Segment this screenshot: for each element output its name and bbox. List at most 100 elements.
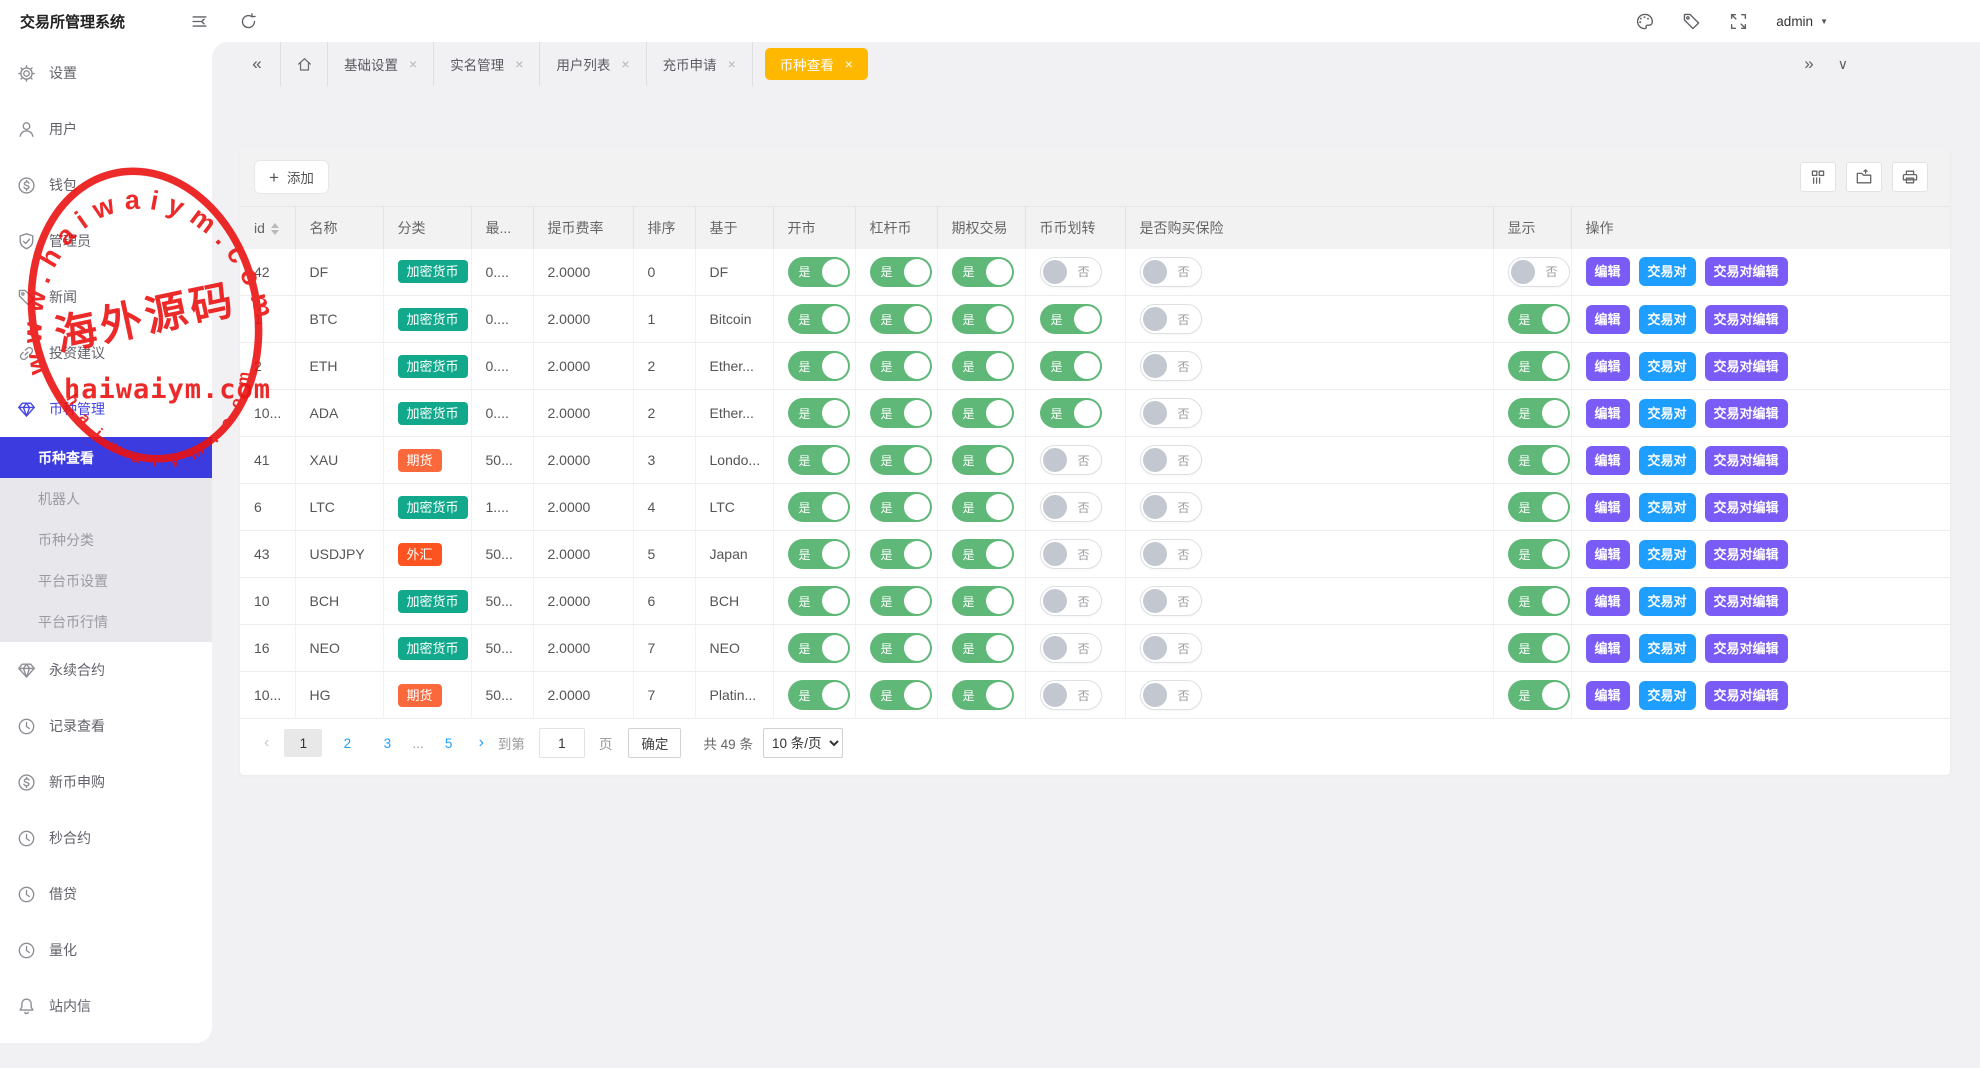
display-toggle[interactable]: 是 — [1508, 633, 1570, 663]
page-3[interactable]: 3 — [372, 729, 402, 757]
tab-menu-chevron-down-icon[interactable]: ∨ — [1838, 56, 1848, 73]
close-icon[interactable]: × — [728, 56, 736, 72]
sidebar-subitem-2[interactable]: 币种分类 — [0, 519, 212, 560]
leverage-toggle[interactable]: 是 — [870, 257, 932, 287]
pair-edit-button[interactable]: 交易对编辑 — [1705, 305, 1788, 334]
close-icon[interactable]: × — [621, 56, 629, 72]
sidebar-subitem-3[interactable]: 平台币设置 — [0, 560, 212, 601]
transfer-toggle[interactable]: 是 — [1040, 304, 1102, 334]
transfer-toggle[interactable]: 否 — [1040, 633, 1102, 663]
transfer-toggle[interactable]: 否 — [1040, 680, 1102, 710]
page-2[interactable]: 2 — [332, 729, 362, 757]
pair-edit-button[interactable]: 交易对编辑 — [1705, 399, 1788, 428]
leverage-toggle[interactable]: 是 — [870, 586, 932, 616]
pair-edit-button[interactable]: 交易对编辑 — [1705, 257, 1788, 286]
insurance-toggle[interactable]: 否 — [1140, 633, 1202, 663]
print-button[interactable] — [1892, 162, 1928, 192]
display-toggle[interactable]: 是 — [1508, 586, 1570, 616]
pair-button[interactable]: 交易对 — [1639, 352, 1696, 381]
sidebar-item-13[interactable]: 站内信 — [0, 978, 212, 1034]
leverage-toggle[interactable]: 是 — [870, 539, 932, 569]
options-toggle[interactable]: 是 — [952, 257, 1014, 287]
edit-button[interactable]: 编辑 — [1586, 352, 1630, 381]
open-market-toggle[interactable]: 是 — [788, 680, 850, 710]
display-toggle[interactable]: 是 — [1508, 492, 1570, 522]
options-toggle[interactable]: 是 — [952, 586, 1014, 616]
sidebar-item-3[interactable]: 管理员 — [0, 213, 212, 269]
insurance-toggle[interactable]: 否 — [1140, 398, 1202, 428]
display-toggle[interactable]: 是 — [1508, 304, 1570, 334]
pair-button[interactable]: 交易对 — [1639, 257, 1696, 286]
leverage-toggle[interactable]: 是 — [870, 445, 932, 475]
leverage-toggle[interactable]: 是 — [870, 351, 932, 381]
palette-icon[interactable] — [1635, 12, 1654, 31]
pair-button[interactable]: 交易对 — [1639, 305, 1696, 334]
edit-button[interactable]: 编辑 — [1586, 634, 1630, 663]
open-market-toggle[interactable]: 是 — [788, 351, 850, 381]
sidebar-item-7[interactable]: 永续合约 — [0, 642, 212, 698]
fullscreen-icon[interactable] — [1729, 12, 1748, 31]
open-market-toggle[interactable]: 是 — [788, 304, 850, 334]
open-market-toggle[interactable]: 是 — [788, 492, 850, 522]
insurance-toggle[interactable]: 否 — [1140, 680, 1202, 710]
pair-button[interactable]: 交易对 — [1639, 587, 1696, 616]
collapse-tabs-icon[interactable]: « — [234, 42, 281, 86]
confirm-page-button[interactable]: 确定 — [628, 728, 681, 758]
goto-page-input[interactable] — [539, 728, 585, 758]
sidebar-subitem-0[interactable]: 币种查看 — [0, 437, 212, 478]
display-toggle[interactable]: 是 — [1508, 351, 1570, 381]
edit-button[interactable]: 编辑 — [1586, 305, 1630, 334]
open-market-toggle[interactable]: 是 — [788, 398, 850, 428]
insurance-toggle[interactable]: 否 — [1140, 492, 1202, 522]
sidebar-item-1[interactable]: 用户 — [0, 101, 212, 157]
sidebar-subitem-4[interactable]: 平台币行情 — [0, 601, 212, 642]
pair-button[interactable]: 交易对 — [1639, 399, 1696, 428]
leverage-toggle[interactable]: 是 — [870, 633, 932, 663]
sidebar-item-12[interactable]: 量化 — [0, 922, 212, 978]
edit-button[interactable]: 编辑 — [1586, 399, 1630, 428]
sort-icon[interactable] — [271, 223, 279, 235]
home-tab-button[interactable] — [281, 42, 328, 86]
pair-edit-button[interactable]: 交易对编辑 — [1705, 634, 1788, 663]
display-toggle[interactable]: 是 — [1508, 680, 1570, 710]
tab-1[interactable]: 实名管理× — [434, 42, 540, 86]
sidebar-item-8[interactable]: 记录查看 — [0, 698, 212, 754]
insurance-toggle[interactable]: 否 — [1140, 586, 1202, 616]
options-toggle[interactable]: 是 — [952, 351, 1014, 381]
tab-3[interactable]: 充币申请× — [647, 42, 753, 86]
sidebar-item-10[interactable]: 秒合约 — [0, 810, 212, 866]
pair-button[interactable]: 交易对 — [1639, 634, 1696, 663]
insurance-toggle[interactable]: 否 — [1140, 304, 1202, 334]
sidebar-item-0[interactable]: 设置 — [0, 45, 212, 101]
options-toggle[interactable]: 是 — [952, 539, 1014, 569]
edit-button[interactable]: 编辑 — [1586, 446, 1630, 475]
page-5[interactable]: 5 — [434, 729, 464, 757]
open-market-toggle[interactable]: 是 — [788, 445, 850, 475]
insurance-toggle[interactable]: 否 — [1140, 445, 1202, 475]
options-toggle[interactable]: 是 — [952, 398, 1014, 428]
options-toggle[interactable]: 是 — [952, 680, 1014, 710]
prev-page-icon[interactable]: ‹ — [264, 734, 269, 752]
options-toggle[interactable]: 是 — [952, 304, 1014, 334]
edit-button[interactable]: 编辑 — [1586, 681, 1630, 710]
close-icon[interactable]: × — [515, 56, 523, 72]
open-market-toggle[interactable]: 是 — [788, 539, 850, 569]
pair-edit-button[interactable]: 交易对编辑 — [1705, 446, 1788, 475]
display-toggle[interactable]: 是 — [1508, 539, 1570, 569]
tag-icon[interactable] — [1682, 12, 1701, 31]
pair-button[interactable]: 交易对 — [1639, 681, 1696, 710]
transfer-toggle[interactable]: 否 — [1040, 539, 1102, 569]
sidebar-item-6[interactable]: 币种管理 — [0, 381, 212, 437]
sidebar-item-11[interactable]: 借贷 — [0, 866, 212, 922]
toggle-columns-button[interactable] — [1800, 162, 1836, 192]
edit-button[interactable]: 编辑 — [1586, 587, 1630, 616]
transfer-toggle[interactable]: 否 — [1040, 492, 1102, 522]
transfer-toggle[interactable]: 是 — [1040, 351, 1102, 381]
page-size-select[interactable]: 10 条/页 — [763, 728, 843, 758]
open-market-toggle[interactable]: 是 — [788, 586, 850, 616]
pair-edit-button[interactable]: 交易对编辑 — [1705, 352, 1788, 381]
insurance-toggle[interactable]: 否 — [1140, 539, 1202, 569]
transfer-toggle[interactable]: 否 — [1040, 586, 1102, 616]
pair-edit-button[interactable]: 交易对编辑 — [1705, 493, 1788, 522]
pair-button[interactable]: 交易对 — [1639, 493, 1696, 522]
